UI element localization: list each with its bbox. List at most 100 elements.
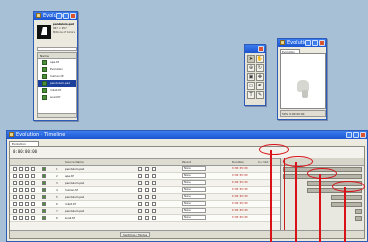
layer-label-color-icon[interactable]	[42, 174, 46, 178]
lock-icon[interactable]	[31, 181, 35, 185]
shy-switch-icon[interactable]	[138, 202, 142, 206]
visibility-eye-icon[interactable]	[13, 174, 17, 178]
switches-modes-button[interactable]: Switches / Modes	[120, 232, 151, 237]
solo-icon[interactable]	[25, 209, 29, 213]
shy-switch-icon[interactable]	[138, 195, 142, 199]
layer-name[interactable]: snail.tif	[65, 215, 75, 221]
lock-icon[interactable]	[31, 209, 35, 213]
collapse-switch-icon[interactable]	[145, 174, 149, 178]
visibility-eye-icon[interactable]	[13, 216, 17, 220]
visibility-eye-icon[interactable]	[13, 181, 17, 185]
layer-name[interactable]: pendulum.psd	[65, 208, 84, 214]
close-button[interactable]	[360, 132, 366, 138]
layer-duration-bar[interactable]	[331, 195, 362, 200]
parent-dropdown[interactable]: None	[182, 166, 206, 171]
project-item[interactable]: human.tif	[38, 73, 76, 80]
layer-row[interactable]: 2 ape.tif None 0:00:05:00	[10, 173, 280, 180]
project-item[interactable]: pendulum.psd	[38, 80, 76, 87]
layer-duration-bar[interactable]	[331, 202, 362, 207]
solo-icon[interactable]	[25, 181, 29, 185]
solo-icon[interactable]	[25, 216, 29, 220]
solo-icon[interactable]	[25, 167, 29, 171]
minimize-button[interactable]	[346, 132, 352, 138]
visibility-eye-icon[interactable]	[13, 167, 17, 171]
project-item[interactable]: Evolution	[38, 66, 76, 73]
collapse-switch-icon[interactable]	[145, 209, 149, 213]
visibility-eye-icon[interactable]	[13, 188, 17, 192]
audio-speaker-icon[interactable]	[19, 209, 23, 213]
layer-row[interactable]: 7 pendulum.psd None 0:00:05:00	[10, 208, 280, 215]
parent-dropdown[interactable]: None	[182, 194, 206, 199]
quality-switch-icon[interactable]	[152, 167, 156, 171]
visibility-eye-icon[interactable]	[13, 202, 17, 206]
mask-tool-icon[interactable]: ▭	[247, 82, 255, 90]
parent-dropdown[interactable]: None	[182, 215, 206, 220]
solo-icon[interactable]	[25, 188, 29, 192]
layer-label-color-icon[interactable]	[42, 188, 46, 192]
layer-label-color-icon[interactable]	[42, 195, 46, 199]
audio-speaker-icon[interactable]	[19, 216, 23, 220]
collapse-switch-icon[interactable]	[145, 216, 149, 220]
project-item[interactable]: robot.tif	[38, 87, 76, 94]
audio-speaker-icon[interactable]	[19, 181, 23, 185]
col-parent[interactable]: Parent	[182, 159, 191, 166]
quality-switch-icon[interactable]	[152, 181, 156, 185]
quality-switch-icon[interactable]	[152, 188, 156, 192]
quality-switch-icon[interactable]	[152, 202, 156, 206]
layer-label-color-icon[interactable]	[42, 181, 46, 185]
layer-row[interactable]: 8 snail.tif None 0:00:05:00	[10, 215, 280, 222]
visibility-eye-icon[interactable]	[13, 195, 17, 199]
audio-speaker-icon[interactable]	[19, 188, 23, 192]
project-item[interactable]: snail.tif	[38, 94, 76, 101]
pen-tool-icon[interactable]: ✒	[256, 82, 264, 90]
layer-row[interactable]: 4 human.tif None 0:00:05:00	[10, 187, 280, 194]
audio-speaker-icon[interactable]	[19, 174, 23, 178]
pan-behind-tool-icon[interactable]: ✥	[256, 73, 264, 81]
collapse-switch-icon[interactable]	[145, 167, 149, 171]
layer-row[interactable]: 3 pendulum.psd None 0:00:05:00	[10, 180, 280, 187]
layer-name[interactable]: ape.tif	[65, 173, 74, 179]
zoom-tool-icon[interactable]: ⊕	[247, 64, 255, 72]
collapse-switch-icon[interactable]	[145, 188, 149, 192]
selection-tool-icon[interactable]: ➤	[247, 55, 255, 63]
layer-label-color-icon[interactable]	[42, 209, 46, 213]
close-button[interactable]	[258, 46, 264, 52]
layer-duration-bar[interactable]	[355, 209, 362, 214]
shy-switch-icon[interactable]	[138, 188, 142, 192]
tools-titlebar[interactable]	[245, 45, 265, 53]
parent-dropdown[interactable]: None	[182, 187, 206, 192]
layer-name[interactable]: pendulum.psd	[65, 180, 84, 186]
shy-switch-icon[interactable]	[138, 181, 142, 185]
audio-speaker-icon[interactable]	[19, 202, 23, 206]
layer-row[interactable]: 5 pendulum.psd None 0:00:05:00	[10, 194, 280, 201]
col-in-out[interactable]: In / Out	[258, 159, 268, 166]
shy-switch-icon[interactable]	[138, 216, 142, 220]
brush-tool-icon[interactable]: ✎	[256, 91, 264, 99]
layer-name[interactable]: robot.tif	[65, 201, 76, 207]
project-item[interactable]: ape.tif	[38, 59, 76, 66]
layer-label-color-icon[interactable]	[42, 202, 46, 206]
maximize-button[interactable]	[63, 13, 69, 19]
project-titlebar[interactable]: Evolution	[34, 12, 77, 20]
layer-name[interactable]: pendulum.psd	[65, 166, 84, 172]
text-tool-icon[interactable]: T	[247, 91, 255, 99]
audio-speaker-icon[interactable]	[19, 167, 23, 171]
layer-duration-bar[interactable]	[355, 216, 362, 221]
close-button[interactable]	[70, 13, 76, 19]
layer-row[interactable]: 6 robot.tif None 0:00:05:00	[10, 201, 280, 208]
lock-icon[interactable]	[31, 195, 35, 199]
maximize-button[interactable]	[312, 40, 318, 46]
parent-dropdown[interactable]: None	[182, 173, 206, 178]
lock-icon[interactable]	[31, 174, 35, 178]
lock-icon[interactable]	[31, 202, 35, 206]
minimize-button[interactable]	[305, 40, 311, 46]
visibility-eye-icon[interactable]	[13, 209, 17, 213]
collapse-switch-icon[interactable]	[145, 181, 149, 185]
collapse-switch-icon[interactable]	[145, 202, 149, 206]
minimize-button[interactable]	[56, 13, 62, 19]
parent-dropdown[interactable]: None	[182, 180, 206, 185]
shy-switch-icon[interactable]	[138, 174, 142, 178]
lock-icon[interactable]	[31, 188, 35, 192]
timeline-titlebar[interactable]: Evolution · Timeline	[7, 131, 367, 139]
comp-canvas[interactable]	[280, 53, 326, 109]
